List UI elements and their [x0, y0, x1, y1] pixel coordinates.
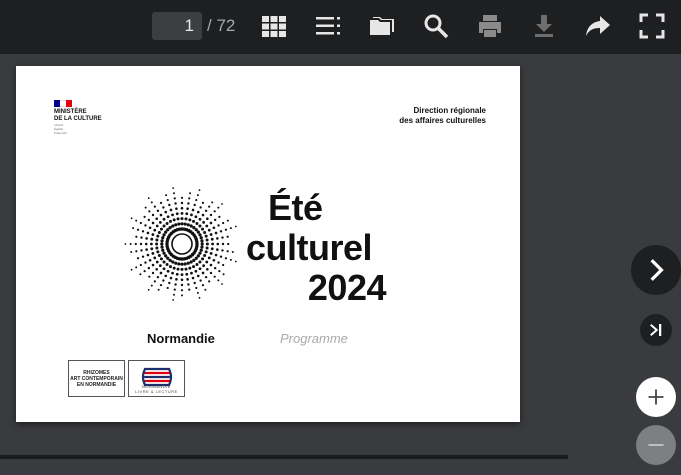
title-line-2: culturel	[246, 227, 373, 268]
page-total: / 72	[207, 16, 236, 35]
viewer-toolbar: 1 / 72	[0, 0, 681, 54]
title-line-1: Été	[268, 187, 323, 228]
fullscreen-icon[interactable]	[636, 10, 668, 42]
outline-icon[interactable]	[312, 10, 344, 42]
share-icon[interactable]	[582, 10, 614, 42]
rhizomes-logo: RHIZOMES ART CONTEMPORAIN EN NORMANDIE	[68, 360, 125, 397]
dotted-sun-graphic	[124, 187, 237, 301]
logo1-line-3: EN NORMANDIE	[76, 381, 117, 388]
zoom-out-button[interactable]	[636, 425, 676, 465]
download-icon[interactable]	[528, 10, 560, 42]
title-line-3: 2024	[307, 267, 387, 308]
skip-to-end-icon	[650, 324, 662, 336]
ministry-line-1: MINISTÈRE	[54, 109, 87, 115]
search-icon[interactable]	[420, 10, 452, 42]
plus-icon	[648, 389, 664, 405]
normandie-livre-logo: NORMANDIE LIVRE & LECTURE	[128, 360, 185, 397]
last-page-button[interactable]	[640, 314, 672, 346]
region-label: Normandie	[147, 331, 215, 346]
next-page-button[interactable]	[631, 245, 681, 295]
motto-line-3: Fraternité	[54, 131, 67, 135]
minus-icon	[648, 444, 664, 446]
programme-label: Programme	[280, 331, 348, 346]
logo1-line-2: ART CONTEMPORAIN	[70, 375, 123, 382]
horizontal-scrollbar[interactable]	[0, 455, 568, 459]
ministry-line-2: DE LA CULTURE	[54, 116, 102, 122]
drac-heading: Direction régionale des affaires culture…	[399, 106, 486, 126]
direction-line-1: Direction régionale	[413, 106, 486, 115]
print-icon[interactable]	[474, 10, 506, 42]
folder-icon[interactable]	[366, 10, 398, 42]
direction-line-2: des affaires culturelles	[399, 116, 486, 125]
thumbnails-icon[interactable]	[258, 10, 290, 42]
logo2-line-2: LIVRE & LECTURE	[135, 388, 178, 394]
page-number-input[interactable]: 1	[152, 12, 202, 40]
chevron-right-icon	[650, 259, 664, 281]
document-page: MINISTÈRE DE LA CULTURE Liberté Égalité …	[16, 66, 520, 422]
zoom-in-button[interactable]	[636, 377, 676, 417]
cover-title: Été culturel 2024	[246, 187, 387, 308]
ministry-logo: MINISTÈRE DE LA CULTURE Liberté Égalité …	[54, 100, 102, 135]
french-flag-icon	[54, 100, 72, 107]
